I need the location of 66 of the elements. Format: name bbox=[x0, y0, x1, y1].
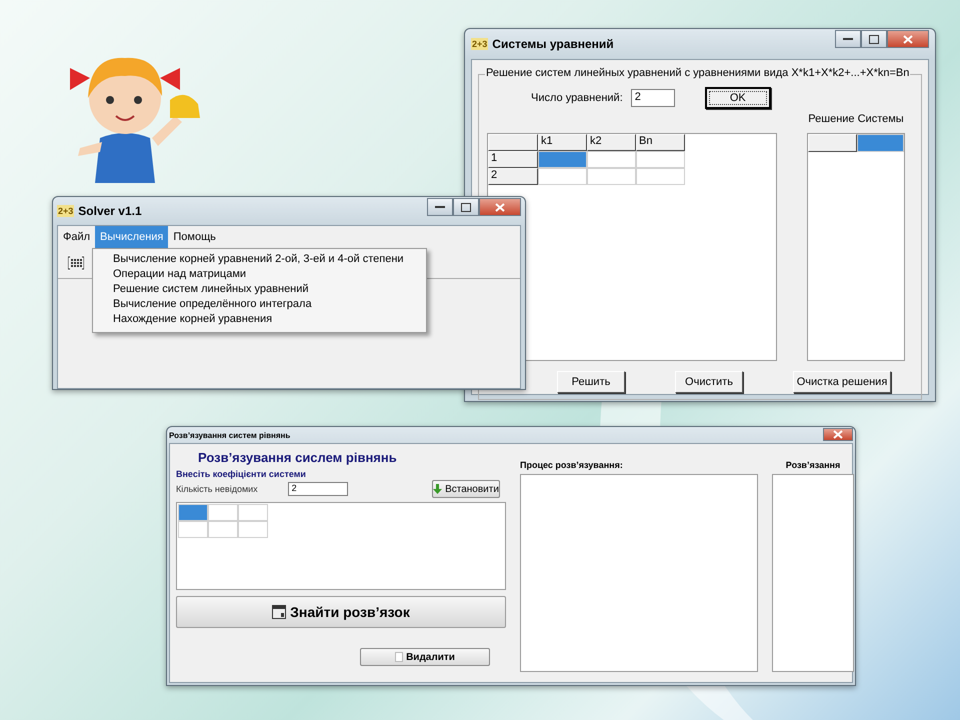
result-label: Розв’язання bbox=[786, 460, 840, 470]
close-icon bbox=[495, 202, 505, 212]
close-button[interactable] bbox=[887, 30, 929, 48]
row-header: 1 bbox=[488, 151, 538, 168]
minimize-icon bbox=[843, 37, 853, 41]
ok-button[interactable]: OK bbox=[704, 87, 771, 109]
maximize-button[interactable] bbox=[861, 30, 887, 48]
app-icon: 2+3 bbox=[57, 205, 74, 217]
column-header: Bn bbox=[636, 134, 685, 151]
process-label: Процес розв’язування: bbox=[520, 460, 624, 470]
table-cell[interactable] bbox=[856, 134, 904, 152]
table-cell[interactable] bbox=[178, 521, 208, 538]
heading: Розв’язування сислем рівнянь bbox=[198, 450, 398, 465]
count-field[interactable]: 2 bbox=[630, 89, 675, 107]
solution-title: Решение Системы bbox=[808, 113, 904, 125]
column-header: k1 bbox=[538, 134, 587, 151]
maximize-icon bbox=[461, 202, 471, 212]
maximize-icon bbox=[869, 34, 879, 44]
dropdown-item[interactable]: Вычисление определённого интеграла bbox=[93, 297, 426, 312]
subheading: Внесіть коефіцієнти системи bbox=[176, 469, 307, 479]
delete-button[interactable]: Видалити bbox=[360, 648, 490, 666]
action-button[interactable]: Очистка решения bbox=[793, 371, 891, 393]
table-cell[interactable] bbox=[178, 504, 208, 521]
grid-icon[interactable] bbox=[68, 256, 84, 270]
window-title: Системы уравнений bbox=[492, 37, 615, 51]
table-cell[interactable] bbox=[636, 168, 685, 185]
table-cell[interactable] bbox=[636, 151, 685, 168]
table-cell[interactable] bbox=[587, 151, 636, 168]
table-cell[interactable] bbox=[238, 521, 268, 538]
minimize-button[interactable] bbox=[835, 30, 861, 48]
menu-item[interactable]: Вычисления bbox=[95, 226, 168, 248]
dropdown-item[interactable]: Решение систем линейных уравнений bbox=[93, 282, 426, 297]
action-button[interactable]: Очистить bbox=[675, 371, 743, 393]
close-icon bbox=[833, 430, 843, 439]
window-title: Розв’язування систем рівнянь bbox=[169, 430, 292, 440]
table-cell[interactable] bbox=[208, 504, 238, 521]
arrow-down-icon bbox=[433, 484, 442, 494]
table-cell[interactable] bbox=[238, 504, 268, 521]
close-button[interactable] bbox=[479, 198, 521, 216]
close-icon bbox=[903, 34, 913, 44]
dropdown-item[interactable]: Вычисление корней уравнений 2-ой, 3-ей и 4-ой степени bbox=[93, 252, 426, 267]
page-icon bbox=[395, 652, 404, 662]
table-cell[interactable] bbox=[587, 168, 636, 185]
calculator-icon bbox=[272, 605, 286, 619]
table-cell[interactable] bbox=[538, 151, 587, 168]
window-title: Solver v1.1 bbox=[78, 204, 143, 218]
count-label: Кількість невідомих bbox=[176, 484, 258, 494]
row-header: 2 bbox=[488, 168, 538, 185]
dropdown-item[interactable]: Операции над матрицами bbox=[93, 267, 426, 282]
find-solution-button[interactable]: Знайти розв’язок bbox=[176, 596, 506, 628]
minimize-button[interactable] bbox=[427, 198, 453, 216]
minimize-icon bbox=[435, 205, 445, 209]
maximize-button[interactable] bbox=[453, 198, 479, 216]
count-field[interactable]: 2 bbox=[288, 482, 348, 496]
group-title: Решение систем линейных уравнений с уравнениями вида X*k1+X*k2+...+X*kn=Bn bbox=[485, 67, 910, 79]
action-button[interactable]: Решить bbox=[557, 371, 625, 393]
app-icon: 2+3 bbox=[471, 38, 488, 50]
count-label: Число уравнений: bbox=[531, 92, 623, 104]
menu-item[interactable]: Файл bbox=[58, 226, 96, 248]
table-cell[interactable] bbox=[208, 521, 238, 538]
dropdown-item[interactable]: Нахождение корней уравнения bbox=[93, 312, 426, 327]
column-header: k2 bbox=[587, 134, 636, 151]
set-button[interactable]: Встановити bbox=[432, 480, 500, 498]
table-cell[interactable] bbox=[538, 168, 587, 185]
menu-item[interactable]: Помощь bbox=[168, 226, 221, 248]
close-button[interactable] bbox=[823, 428, 853, 441]
